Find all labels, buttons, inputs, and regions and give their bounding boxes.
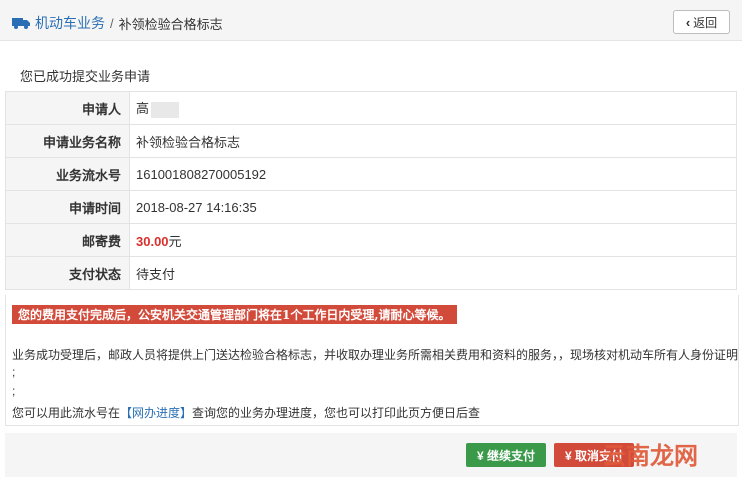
table-row: 申请时间 2018-08-27 14:16:35 bbox=[5, 190, 737, 224]
table-row: 邮寄费 30.00元 bbox=[5, 223, 737, 257]
applicant-name: 高 bbox=[136, 101, 150, 117]
row-label-apply-time: 申请时间 bbox=[5, 190, 130, 224]
row-label-business-name: 申请业务名称 bbox=[5, 124, 130, 158]
truck-icon bbox=[12, 18, 30, 29]
row-label-postage: 邮寄费 bbox=[5, 223, 130, 257]
success-message: 您已成功提交业务申请 bbox=[20, 69, 151, 84]
row-value-business-name: 补领检验合格标志 bbox=[129, 124, 737, 158]
breadcrumb-link-vehicle[interactable]: 机动车业务 bbox=[35, 13, 105, 33]
row-value-apply-time: 2018-08-27 14:16:35 bbox=[129, 190, 737, 224]
row-value-postage: 30.00元 bbox=[129, 223, 737, 257]
postage-amount: 30.00 bbox=[136, 233, 169, 249]
table-row: 申请业务名称 补领检验合格标志 bbox=[5, 124, 737, 158]
breadcrumb-separator: / bbox=[110, 15, 114, 31]
progress-text-suffix: 查询您的业务办理进度，您也可以打印此页方便日后查 bbox=[192, 406, 481, 420]
payment-alert: 您的费用支付完成后，公安机关交通管理部门将在1个工作日内受理,请耐心等候。 bbox=[12, 305, 457, 324]
progress-text-prefix: 您可以用此流水号在 bbox=[12, 406, 121, 420]
progress-link[interactable]: 【网办进度】 bbox=[120, 406, 192, 420]
notice-progress-line: 您可以用此流水号在【网办进度】查询您的业务办理进度，您也可以打印此页方便日后查 bbox=[12, 404, 480, 421]
row-value-payment-status: 待支付 bbox=[129, 256, 737, 290]
row-value-serial-number: 161001808270005192 bbox=[129, 157, 737, 191]
notice-area: 您的费用支付完成后，公安机关交通管理部门将在1个工作日内受理,请耐心等候。 业务… bbox=[5, 295, 739, 426]
continue-pay-button[interactable]: ¥ 继续支付 bbox=[466, 443, 546, 467]
row-value-applicant: 高 bbox=[129, 91, 737, 125]
redacted-block bbox=[151, 101, 180, 118]
row-label-payment-status: 支付状态 bbox=[5, 256, 130, 290]
back-button[interactable]: ‹ 返回 bbox=[673, 10, 730, 34]
notice-line-2: ; bbox=[12, 365, 16, 379]
application-info-table: 申请人 高 申请业务名称 补领检验合格标志 业务流水号 161001808270… bbox=[5, 91, 737, 290]
postage-unit: 元 bbox=[168, 233, 182, 249]
top-bar: 机动车业务 / 补领检验合格标志 ‹ 返回 bbox=[0, 0, 742, 41]
back-button-label: 返回 bbox=[693, 15, 718, 30]
notice-paragraph: 业务成功受理后，邮政人员将提供上门送达检验合格标志，并收取办理业务所需相关费用和… bbox=[12, 348, 739, 362]
table-row: 支付状态 待支付 bbox=[5, 256, 737, 290]
watermark-logo: 云南龙网 bbox=[602, 441, 698, 470]
table-row: 业务流水号 161001808270005192 bbox=[5, 157, 737, 191]
table-row: 申请人 高 bbox=[5, 91, 737, 125]
row-label-serial-number: 业务流水号 bbox=[5, 157, 130, 191]
breadcrumb: 机动车业务 / 补领检验合格标志 bbox=[12, 13, 223, 33]
breadcrumb-current: 补领检验合格标志 bbox=[118, 16, 223, 32]
notice-line-3: ; bbox=[12, 384, 16, 398]
chevron-left-icon: ‹ bbox=[685, 14, 691, 30]
row-label-applicant: 申请人 bbox=[5, 91, 130, 125]
